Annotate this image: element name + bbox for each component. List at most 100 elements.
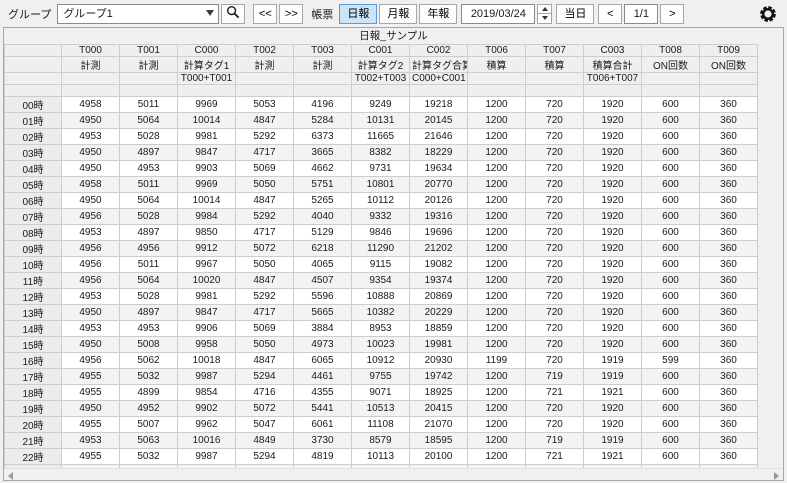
cell: 1200 (468, 385, 526, 401)
column-header-cell: 計算タグ2 (352, 57, 410, 73)
page-indicator[interactable]: 1/1 (624, 4, 658, 24)
column-header-cell (294, 73, 352, 85)
cell: 4950 (62, 337, 120, 353)
today-button[interactable]: 当日 (556, 4, 594, 24)
cell: 600 (642, 177, 700, 193)
cell: 4461 (294, 369, 352, 385)
cell: 4958 (62, 177, 120, 193)
cell: 1920 (584, 225, 642, 241)
row-label: 05時 (5, 177, 62, 193)
corner-cell (5, 73, 62, 85)
cell: 4953 (120, 161, 178, 177)
row-label: 16時 (5, 353, 62, 369)
date-spinner-down[interactable] (537, 14, 552, 24)
cell: 1920 (584, 113, 642, 129)
cell: 5072 (236, 401, 294, 417)
next-group-button[interactable]: >> (279, 4, 303, 24)
cell: 720 (526, 209, 584, 225)
cell: 4196 (294, 97, 352, 113)
cell: 720 (526, 305, 584, 321)
cell: 1200 (468, 97, 526, 113)
header-row: T000T001C000T002T003C001C002T006T007C003… (5, 45, 758, 57)
tab-monthly-report[interactable]: 月報 (379, 4, 417, 24)
row-label: 22時 (5, 449, 62, 465)
cell: 360 (700, 417, 758, 433)
cell: 1920 (584, 321, 642, 337)
cell: 600 (642, 273, 700, 289)
cell: 720 (526, 321, 584, 337)
tab-daily-report[interactable]: 日報 (339, 4, 377, 24)
cell: 1920 (584, 241, 642, 257)
cell: 4065 (294, 257, 352, 273)
page-next-button[interactable]: > (660, 4, 684, 24)
cell: 1921 (584, 385, 642, 401)
page-prev-button[interactable]: < (598, 4, 622, 24)
column-header-cell: C002 (410, 45, 468, 57)
group-select[interactable]: グループ1 (57, 4, 219, 24)
row-label: 15時 (5, 337, 62, 353)
cell: 5032 (120, 449, 178, 465)
scroll-right-icon[interactable] (774, 472, 779, 480)
cell: 9969 (178, 177, 236, 193)
cell: 1200 (468, 193, 526, 209)
cell: 4955 (62, 449, 120, 465)
cell: 9731 (352, 161, 410, 177)
cell: 21646 (410, 129, 468, 145)
cell: 4847 (236, 353, 294, 369)
cell: 360 (700, 289, 758, 305)
column-header-cell: 計測 (294, 57, 352, 73)
cell: 4952 (120, 401, 178, 417)
date-spinner-up[interactable] (537, 4, 552, 15)
cell: 4847 (236, 113, 294, 129)
cell: 9962 (178, 417, 236, 433)
cell: 19316 (410, 209, 468, 225)
cell: 4662 (294, 161, 352, 177)
cell: 10023 (352, 337, 410, 353)
scroll-left-icon[interactable] (8, 472, 13, 480)
cell: 5007 (120, 417, 178, 433)
row-label: 17時 (5, 369, 62, 385)
row-label: 13時 (5, 305, 62, 321)
cell: 4507 (294, 273, 352, 289)
cell: 360 (700, 433, 758, 449)
prev-group-button[interactable]: << (253, 4, 277, 24)
settings-button[interactable] (755, 3, 781, 25)
cell: 600 (642, 113, 700, 129)
cell: 600 (642, 129, 700, 145)
cell: 720 (526, 417, 584, 433)
cell: 1920 (584, 337, 642, 353)
tab-yearly-report[interactable]: 年報 (419, 4, 457, 24)
cell: 600 (642, 321, 700, 337)
column-header-cell (642, 85, 700, 97)
horizontal-scrollbar[interactable] (4, 468, 783, 480)
cell: 9958 (178, 337, 236, 353)
cell: 5028 (120, 209, 178, 225)
cell: 4717 (236, 305, 294, 321)
cell: 360 (700, 129, 758, 145)
cell: 600 (642, 401, 700, 417)
cell: 721 (526, 449, 584, 465)
table-row: 19時4950495299025072544110513204151200720… (5, 401, 758, 417)
cell: 1920 (584, 177, 642, 193)
date-input[interactable]: 2019/03/24 (461, 4, 535, 24)
cell: 360 (700, 401, 758, 417)
cell: 8579 (352, 433, 410, 449)
report-type-label: 帳票 (311, 6, 333, 22)
cell: 20229 (410, 305, 468, 321)
cell: 1920 (584, 417, 642, 433)
column-header-cell: 計測 (62, 57, 120, 73)
cell: 1919 (584, 369, 642, 385)
cell: 4847 (236, 193, 294, 209)
cell: 19218 (410, 97, 468, 113)
cell: 4717 (236, 225, 294, 241)
cell: 360 (700, 97, 758, 113)
cell: 5265 (294, 193, 352, 209)
table-row: 12時4953502899815292559610888208691200720… (5, 289, 758, 305)
cell: 1200 (468, 257, 526, 273)
search-button[interactable] (221, 4, 245, 24)
cell: 360 (700, 305, 758, 321)
cell: 600 (642, 433, 700, 449)
cell: 4953 (62, 433, 120, 449)
cell: 1200 (468, 401, 526, 417)
column-header-cell: 計算タグ合算 (410, 57, 468, 73)
